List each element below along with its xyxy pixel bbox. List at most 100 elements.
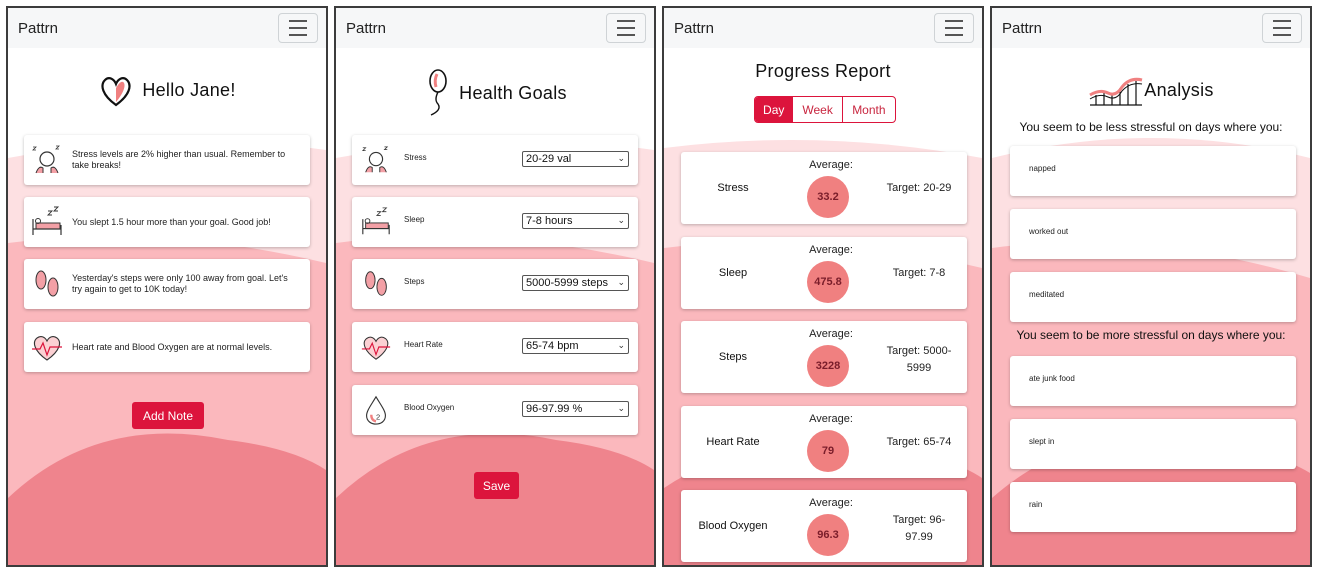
sleep-goal-select[interactable]: 7-8 hours ⌄ [522, 213, 629, 229]
brand-logo[interactable]: Pattrn [18, 20, 58, 37]
note-card[interactable]: Heart rate and Blood Oxygen are at norma… [24, 322, 310, 372]
brand-logo[interactable]: Pattrn [1002, 20, 1042, 37]
navbar: Pattrn [8, 8, 326, 48]
progress-header: Progress Report [664, 58, 982, 84]
progress-card: Heart Rate Average: 79 Target: 65-74 [681, 406, 967, 478]
target-line: Target: 65-74 [886, 436, 952, 448]
target-line: 97.99 [905, 531, 933, 543]
stress-goal-select[interactable]: 20-29 val ⌄ [522, 151, 629, 167]
goal-label: Stress [404, 153, 427, 162]
hamburger-line [1273, 34, 1291, 36]
chevron-down-icon: ⌄ [617, 153, 625, 163]
brand-logo[interactable]: Pattrn [674, 20, 714, 37]
hamburger-line [617, 27, 635, 29]
target-text: Target: 96- 97.99 [877, 512, 961, 546]
save-button[interactable]: Save [474, 472, 519, 499]
metric-name: Blood Oxygen [698, 520, 768, 532]
blood-oxygen-goal-select[interactable]: 96-97.99 % ⌄ [522, 401, 629, 417]
tab-day[interactable]: Day [755, 97, 794, 122]
hamburger-line [289, 20, 307, 22]
brand-logo[interactable]: Pattrn [346, 20, 386, 37]
svg-text:2: 2 [376, 412, 380, 421]
target-line: Target: 5000- [886, 345, 952, 357]
target-text: Target: 7-8 [877, 265, 961, 282]
factor-card: ate junk food [1010, 356, 1296, 406]
note-text: Stress levels are 2% higher than usual. … [72, 149, 286, 170]
footprints-icon [35, 270, 59, 297]
target-line: Target: 20-29 [886, 182, 952, 194]
average-value-badge: 475.8 [807, 261, 849, 303]
select-value: 5000-5999 steps [526, 277, 608, 289]
note-text: You slept 1.5 hour more than your goal. … [72, 216, 271, 227]
factor-card: meditated [1010, 272, 1296, 322]
factor-text: napped [1029, 164, 1056, 173]
factor-card: napped [1010, 146, 1296, 196]
menu-toggle-button[interactable] [278, 13, 318, 43]
sleep-bed-icon [32, 206, 62, 235]
target-line: Target: 96- [892, 514, 946, 526]
analysis-title: Analysis [1144, 79, 1214, 100]
chevron-down-icon: ⌄ [617, 277, 625, 287]
goal-label: Blood Oxygen [404, 403, 455, 412]
analysis-chart-icon [1089, 77, 1143, 106]
factor-text: worked out [1029, 227, 1069, 236]
sleep-bed-icon [362, 207, 390, 235]
factor-text: ate junk food [1029, 374, 1075, 383]
factor-card: rain [1010, 482, 1296, 532]
balloon-icon [429, 69, 447, 116]
analysis-header: Analysis [992, 72, 1310, 108]
hamburger-line [945, 27, 963, 29]
navbar: Pattrn [336, 8, 654, 48]
greeting-title: Hello Jane! [142, 79, 236, 100]
average-value-badge: 96.3 [807, 514, 849, 556]
greeting-header: Hello Jane! [8, 70, 326, 110]
goal-card: Sleep 7-8 hours ⌄ [352, 197, 638, 247]
average-label: Average: [809, 159, 853, 171]
factor-card: worked out [1010, 209, 1296, 259]
goal-label: Steps [404, 277, 425, 286]
home-screen: Pattrn Hello Jane! Stress levels are 2% … [6, 6, 328, 567]
hamburger-line [945, 20, 963, 22]
metric-name: Heart Rate [706, 436, 760, 448]
goal-label: Sleep [404, 215, 425, 224]
add-note-button[interactable]: Add Note [132, 402, 204, 429]
hamburger-line [1273, 27, 1291, 29]
navbar: Pattrn [664, 8, 982, 48]
note-text: Yesterday's steps were only 100 away fro… [72, 273, 288, 294]
progress-card: Blood Oxygen Average: 96.3 Target: 96- 97… [681, 490, 967, 562]
goals-title: Health Goals [459, 82, 567, 103]
health-goals-screen: Pattrn Health Goals Stress 20-29 val ⌄ S… [334, 6, 656, 567]
heart-rate-icon [361, 336, 391, 360]
heart-logo-icon [101, 77, 131, 107]
tab-week[interactable]: Week [793, 97, 843, 122]
factor-card: slept in [1010, 419, 1296, 469]
factor-text: slept in [1029, 437, 1055, 446]
metric-name: Steps [718, 351, 748, 363]
steps-goal-select[interactable]: 5000-5999 steps ⌄ [522, 275, 629, 291]
goal-label: Heart Rate [404, 340, 443, 349]
target-text: Target: 5000- 5999 [877, 343, 961, 377]
heart-rate-goal-select[interactable]: 65-74 bpm ⌄ [522, 338, 629, 354]
footprints-icon [365, 271, 387, 296]
hamburger-line [945, 34, 963, 36]
menu-toggle-button[interactable] [606, 13, 646, 43]
goal-card: 2 Blood Oxygen 96-97.99 % ⌄ [352, 385, 638, 435]
period-tabs: Day Week Month [754, 96, 896, 123]
average-label: Average: [809, 328, 853, 340]
progress-title: Progress Report [755, 60, 891, 81]
menu-toggle-button[interactable] [1262, 13, 1302, 43]
more-stressful-heading: You seem to be more stressful on days wh… [1016, 328, 1286, 342]
hamburger-line [617, 34, 635, 36]
progress-report-screen: Pattrn Progress Report Day Week Month St… [662, 6, 984, 567]
target-line: Target: 7-8 [892, 267, 946, 279]
note-card[interactable]: Stress levels are 2% higher than usual. … [24, 135, 310, 185]
factor-text: rain [1029, 500, 1043, 509]
note-card[interactable]: Yesterday's steps were only 100 away fro… [24, 259, 310, 309]
menu-toggle-button[interactable] [934, 13, 974, 43]
analysis-screen: Pattrn Analysis You seem to be less stre… [990, 6, 1312, 567]
tab-month[interactable]: Month [843, 97, 895, 122]
note-card[interactable]: You slept 1.5 hour more than your goal. … [24, 197, 310, 247]
hamburger-line [289, 34, 307, 36]
metric-name: Stress [717, 182, 749, 194]
metric-name: Sleep [718, 267, 748, 279]
